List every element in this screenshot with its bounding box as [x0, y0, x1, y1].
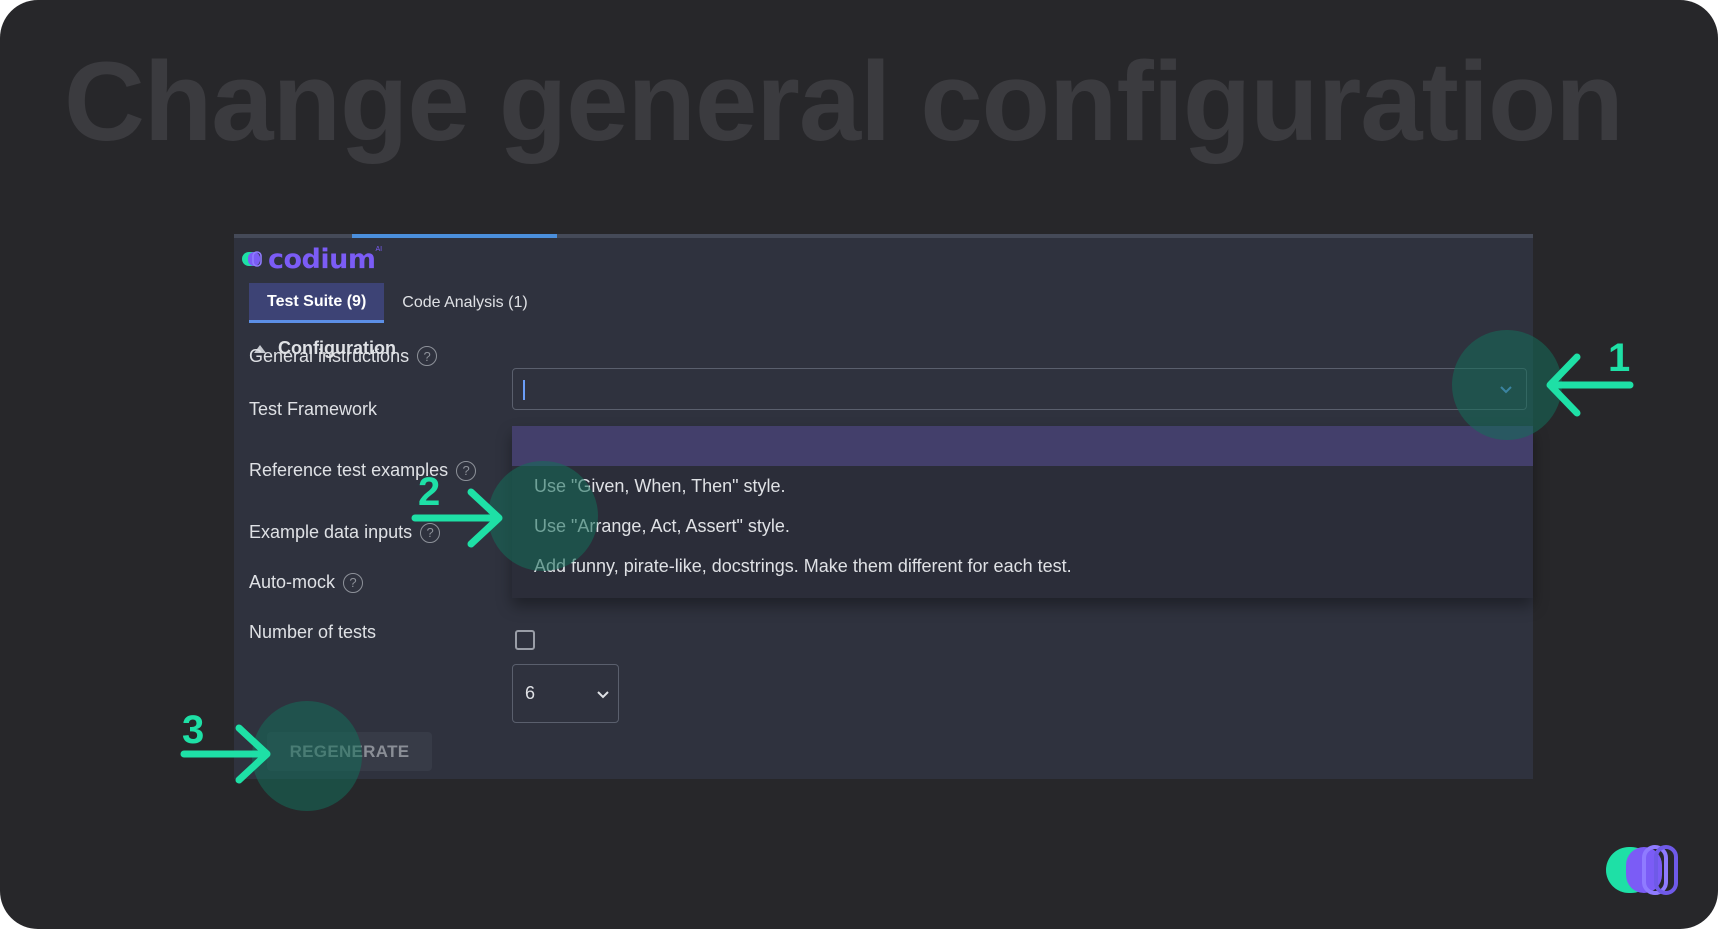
chevron-down-icon — [597, 691, 609, 699]
test-framework-label: Test Framework — [249, 399, 378, 419]
general-instructions-combobox[interactable] — [512, 368, 1527, 410]
tab-test-suite[interactable]: Test Suite (9) — [249, 283, 385, 323]
help-icon[interactable]: ? — [420, 522, 441, 543]
loading-progress-bar — [352, 234, 557, 238]
brand-tm: AI — [375, 246, 383, 253]
tab-bar: Test Suite (9) Code Analysis (1) — [249, 283, 546, 323]
number-of-tests-label: Number of tests — [249, 622, 377, 642]
reference-tests-row: Reference test examples ? — [249, 460, 477, 481]
help-icon[interactable]: ? — [456, 460, 477, 481]
tab-code-analysis[interactable]: Code Analysis (1) — [384, 283, 545, 323]
brand-name: codium — [268, 243, 376, 275]
auto-mock-checkbox[interactable] — [515, 630, 535, 650]
dropdown-option-pirate-docstrings[interactable]: Add funny, pirate-like, docstrings. Make… — [512, 546, 1533, 586]
text-cursor — [523, 380, 525, 400]
general-instructions-label: General instructions — [249, 345, 410, 366]
codium-mark-icon — [242, 251, 262, 267]
general-instructions-row: General instructions ? — [249, 344, 438, 368]
number-of-tests-select[interactable]: 6 — [512, 664, 619, 723]
help-icon[interactable]: ? — [343, 572, 364, 593]
codium-corner-logo-icon — [1606, 845, 1678, 895]
step-number-3: 3 — [182, 708, 205, 752]
dropdown-option-arrange-act-assert[interactable]: Use "Arrange, Act, Assert" style. — [512, 506, 1533, 546]
example-inputs-label: Example data inputs — [249, 522, 413, 542]
example-inputs-row: Example data inputs ? — [249, 522, 441, 543]
chevron-down-icon[interactable] — [1496, 379, 1516, 399]
step-number-2: 2 — [418, 470, 441, 514]
step-number-1: 1 — [1608, 336, 1631, 380]
auto-mock-row: Auto-mock ? — [249, 572, 364, 593]
number-of-tests-value: 6 — [525, 683, 536, 703]
help-icon[interactable]: ? — [417, 346, 438, 366]
brand-logo: codium AI — [242, 243, 383, 275]
dropdown-option-empty[interactable] — [512, 426, 1533, 466]
slide-headline: Change general configuration — [64, 39, 1624, 164]
regenerate-button[interactable]: REGENERATE — [267, 732, 432, 771]
slide: Change general configuration codium AI T… — [0, 0, 1718, 929]
dropdown-option-given-when-then[interactable]: Use "Given, When, Then" style. — [512, 466, 1533, 506]
general-instructions-dropdown: Use "Given, When, Then" style. Use "Arra… — [512, 426, 1533, 598]
auto-mock-label: Auto-mock — [249, 572, 336, 592]
